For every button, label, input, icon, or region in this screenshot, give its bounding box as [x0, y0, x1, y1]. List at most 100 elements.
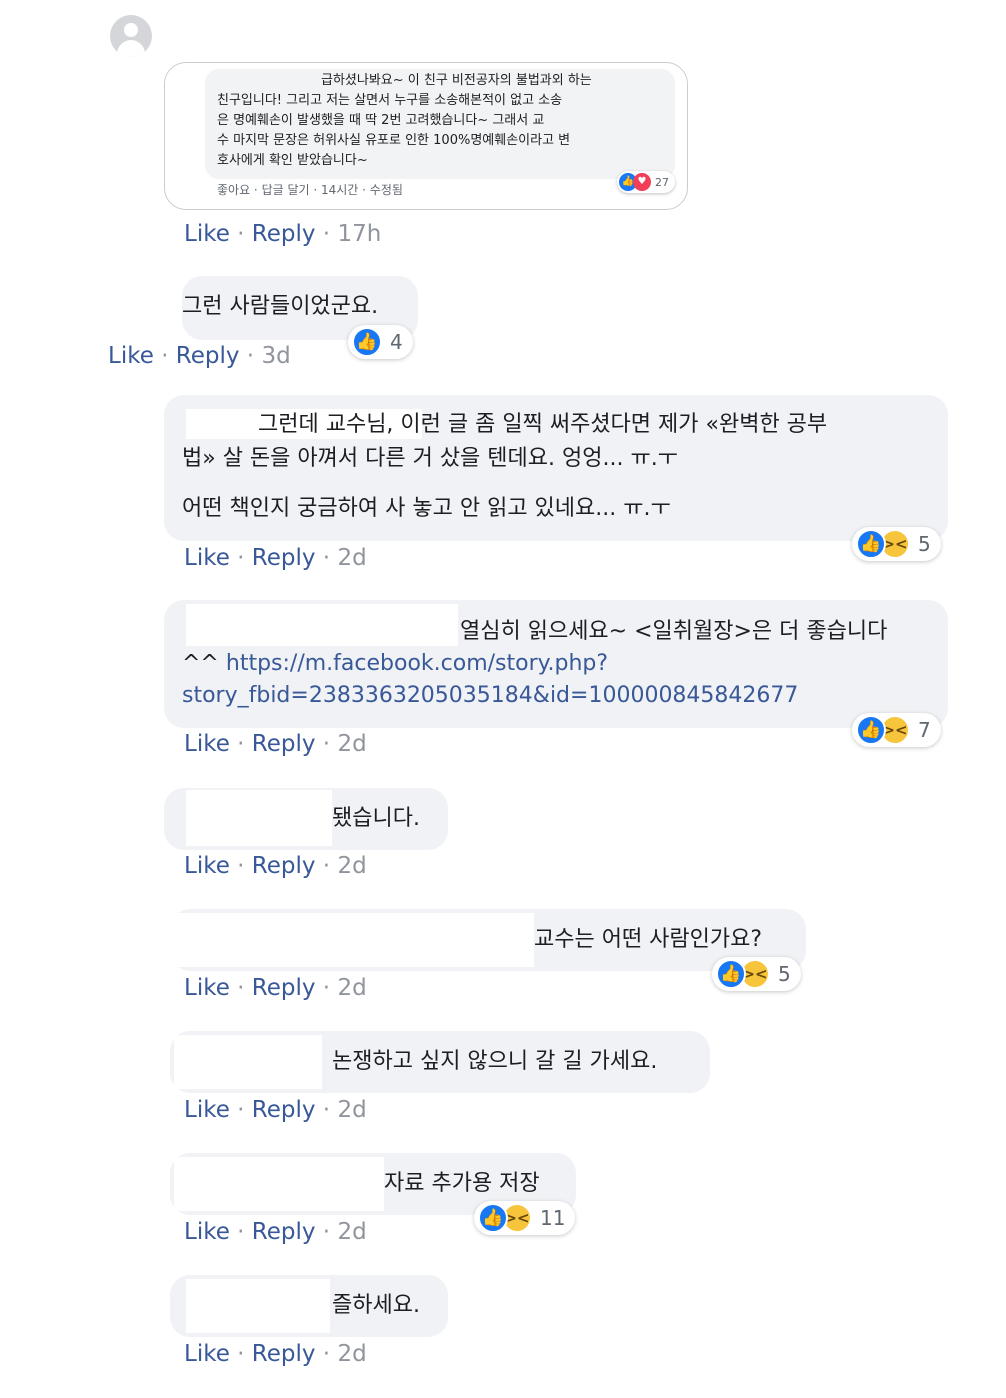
- reply-button[interactable]: Reply: [176, 343, 240, 369]
- like-button[interactable]: Like: [184, 1219, 230, 1245]
- reactions-summary[interactable]: 👍 >< 11: [474, 1201, 576, 1235]
- embedded-text: 급하셨나봐요~ 이 친구 비전공자의 불법과외 하는 친구입니다! 그리고 저는…: [217, 71, 677, 171]
- like-reaction-icon: 👍: [352, 327, 382, 357]
- comment-actions: Like · Reply · 3d: [108, 343, 291, 369]
- comment-actions: Like · Reply · 2d: [184, 545, 367, 571]
- reactions-summary[interactable]: 👍 4: [348, 325, 413, 359]
- comment-bubble: 즐하세요.: [170, 1275, 448, 1337]
- like-button[interactable]: Like: [184, 853, 230, 879]
- avatar-body: [117, 40, 145, 57]
- reply-button[interactable]: Reply: [252, 1219, 316, 1245]
- embedded-line: 친구입니다! 그리고 저는 살면서 누구를 소송해본적이 없고 소송: [217, 93, 563, 108]
- comment-text: 자료 추가용 저장: [384, 1171, 540, 1196]
- separator: ·: [315, 1219, 338, 1245]
- embedded-line: 수 마지막 문장은 허위사실 유포로 인한 100%명예훼손이라고 변: [217, 133, 571, 148]
- comment-bubble: 열심히 읽으세요~ <일취월장>은 더 좋습니다 ^^ https://m.fa…: [164, 600, 948, 728]
- comment-text: 즐하세요.: [332, 1293, 420, 1318]
- comment-text: 그런 사람들이었군요.: [182, 294, 379, 319]
- separator: ·: [315, 1341, 338, 1367]
- like-button[interactable]: Like: [184, 975, 230, 1001]
- separator: ·: [315, 221, 338, 247]
- separator: ·: [229, 545, 252, 571]
- comment-actions: Like · Reply · 2d: [184, 853, 367, 879]
- reactions-summary[interactable]: 👍 >< 5: [852, 527, 941, 561]
- separator: ·: [315, 975, 338, 1001]
- comment-text: 법» 살 돈을 아껴서 다른 거 샀을 텐데요. 엉엉... ㅠ.ㅜ: [182, 446, 678, 471]
- redacted-name: [170, 913, 534, 967]
- reaction-count: 7: [918, 718, 931, 742]
- embedded-line: 은 명예훼손이 발생했을 때 딱 2번 고려했습니다~ 그래서 교: [217, 113, 545, 128]
- comment-actions: Like · Reply · 17h: [184, 221, 381, 247]
- separator: ·: [315, 853, 338, 879]
- redacted-name: [186, 790, 332, 846]
- redacted-name: [186, 1279, 330, 1333]
- separator: ·: [315, 731, 338, 757]
- comment-time[interactable]: 2d: [337, 853, 366, 879]
- reply-button[interactable]: Reply: [252, 975, 316, 1001]
- embedded-screenshot: 급하셨나봐요~ 이 친구 비전공자의 불법과외 하는 친구입니다! 그리고 저는…: [164, 62, 688, 210]
- comment-time[interactable]: 2d: [337, 1341, 366, 1367]
- embedded-meta: 좋아요 · 답글 달기 · 14시간 · 수정됨: [217, 183, 403, 197]
- reply-button[interactable]: Reply: [252, 1341, 316, 1367]
- comment-time[interactable]: 17h: [337, 221, 381, 247]
- separator: ·: [315, 545, 338, 571]
- like-reaction-icon: 👍: [478, 1203, 508, 1233]
- comment-bubble: 논쟁하고 싶지 않으니 갈 길 가세요.: [170, 1031, 710, 1093]
- like-reaction-icon: 👍: [716, 959, 746, 989]
- like-button[interactable]: Like: [184, 545, 230, 571]
- reaction-count: 11: [540, 1206, 566, 1230]
- comment-bubble: 그런데 교수님, 이런 글 좀 일찍 써주셨다면 제가 «완벽한 공부 법» 살…: [164, 395, 948, 541]
- comment-bubble: 교수는 어떤 사람인가요?: [170, 909, 806, 971]
- comment-actions: Like · Reply · 2d: [184, 1219, 367, 1245]
- embedded-line: 급하셨나봐요~ 이 친구 비전공자의 불법과외 하는: [321, 73, 592, 88]
- reaction-count: 5: [778, 962, 791, 986]
- comment-text-prefix: ^^: [182, 651, 226, 676]
- story-link[interactable]: https://m.facebook.com/story.php?: [226, 651, 608, 676]
- comment-actions: Like · Reply · 2d: [184, 731, 367, 757]
- comment-actions: Like · Reply · 2d: [184, 975, 367, 1001]
- love-reaction-icon: ♥: [633, 173, 651, 191]
- comment-time[interactable]: 2d: [337, 975, 366, 1001]
- comment-time[interactable]: 2d: [337, 1219, 366, 1245]
- separator: ·: [239, 343, 262, 369]
- separator: ·: [229, 1097, 252, 1123]
- comment-time[interactable]: 2d: [337, 545, 366, 571]
- separator: ·: [153, 343, 176, 369]
- reply-button[interactable]: Reply: [252, 1097, 316, 1123]
- comment-actions: Like · Reply · 2d: [184, 1097, 367, 1123]
- comment-link-line: story_fbid=2383363205035184&id=100000845…: [182, 680, 798, 712]
- comment-text-line: ^^ https://m.facebook.com/story.php?: [182, 648, 608, 680]
- reactions-summary[interactable]: 👍 >< 7: [852, 713, 941, 747]
- comment-bubble: 됐습니다.: [164, 788, 448, 850]
- like-button[interactable]: Like: [184, 221, 230, 247]
- comment-text: 어떤 책인지 궁금하여 사 놓고 안 읽고 있네요... ㅠ.ㅜ: [182, 496, 671, 521]
- reaction-count: 5: [918, 532, 931, 556]
- separator: ·: [229, 1341, 252, 1367]
- like-button[interactable]: Like: [184, 1097, 230, 1123]
- comment-time[interactable]: 2d: [337, 1097, 366, 1123]
- comment-text: 열심히 읽으세요~ <일취월장>은 더 좋습니다: [460, 619, 888, 644]
- separator: ·: [229, 731, 252, 757]
- reply-button[interactable]: Reply: [252, 545, 316, 571]
- like-button[interactable]: Like: [184, 731, 230, 757]
- story-link[interactable]: story_fbid=2383363205035184&id=100000845…: [182, 683, 798, 708]
- reaction-count: 4: [390, 330, 403, 354]
- reply-button[interactable]: Reply: [252, 221, 316, 247]
- separator: ·: [315, 1097, 338, 1123]
- reply-button[interactable]: Reply: [252, 731, 316, 757]
- comment-text: 논쟁하고 싶지 않으니 갈 길 가세요.: [332, 1049, 658, 1074]
- avatar[interactable]: [110, 15, 152, 57]
- comment-time[interactable]: 2d: [337, 731, 366, 757]
- like-button[interactable]: Like: [184, 1341, 230, 1367]
- comment-text: 교수는 어떤 사람인가요?: [534, 927, 763, 952]
- redacted-name: [174, 1035, 322, 1089]
- reply-button[interactable]: Reply: [252, 853, 316, 879]
- reactions-summary[interactable]: 👍 >< 5: [712, 957, 801, 991]
- comment-time[interactable]: 3d: [261, 343, 290, 369]
- redacted-name: [186, 604, 458, 646]
- like-button[interactable]: Like: [108, 343, 154, 369]
- comment-actions: Like · Reply · 2d: [184, 1341, 367, 1367]
- separator: ·: [229, 1219, 252, 1245]
- like-reaction-icon: 👍: [856, 715, 886, 745]
- separator: ·: [229, 853, 252, 879]
